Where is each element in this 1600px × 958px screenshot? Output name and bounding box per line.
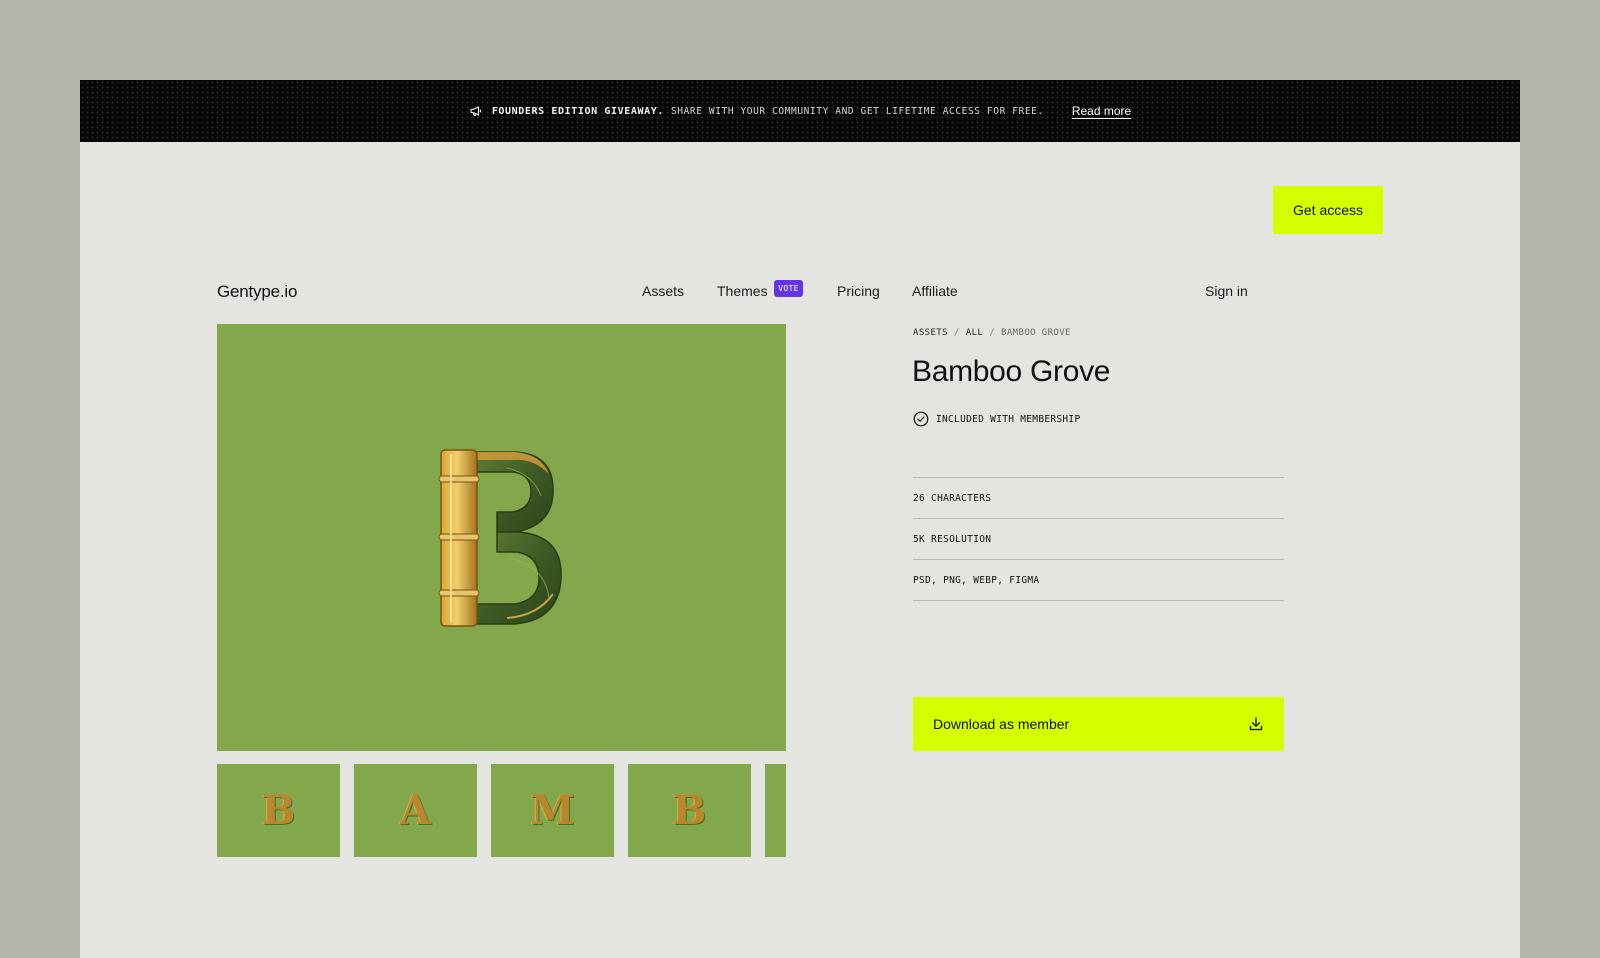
nav-themes[interactable]: Themes bbox=[717, 283, 768, 299]
nav-assets[interactable]: Assets bbox=[642, 283, 684, 299]
main-preview-image bbox=[217, 324, 786, 751]
announcement-title: FOUNDERS EDITION GIVEAWAY. bbox=[491, 105, 664, 117]
thumbnail-4[interactable]: B bbox=[628, 764, 751, 857]
sign-in-link[interactable]: Sign in bbox=[1205, 283, 1248, 299]
product-title: Bamboo Grove bbox=[912, 355, 1111, 388]
thumbnail-letter: B bbox=[672, 787, 707, 834]
breadcrumb-assets[interactable]: ASSETS bbox=[913, 328, 948, 338]
download-icon bbox=[1248, 716, 1264, 732]
spec-resolution: 5K RESOLUTION bbox=[913, 518, 1284, 559]
thumbnail-3[interactable]: M bbox=[491, 764, 614, 857]
page-frame: FOUNDERS EDITION GIVEAWAY. SHARE WITH YO… bbox=[80, 80, 1520, 958]
bamboo-letter-b-illustration bbox=[438, 448, 562, 627]
thumbnail-2[interactable]: A bbox=[354, 764, 477, 857]
nav-affiliate[interactable]: Affiliate bbox=[912, 283, 958, 299]
vote-badge: VOTE bbox=[774, 280, 803, 297]
thumbnail-letter: B bbox=[261, 787, 296, 834]
nav-pricing[interactable]: Pricing bbox=[837, 283, 880, 299]
thumbnail-letter: M bbox=[530, 787, 575, 834]
thumbnail-letter: A bbox=[399, 787, 432, 834]
spec-list: 26 CHARACTERS 5K RESOLUTION PSD, PNG, WE… bbox=[913, 477, 1284, 601]
download-button[interactable]: Download as member bbox=[913, 697, 1284, 751]
thumbnail-strip: B A M B bbox=[217, 764, 786, 857]
download-label: Download as member bbox=[933, 716, 1070, 732]
thumbnail-1[interactable]: B bbox=[217, 764, 340, 857]
breadcrumb-all[interactable]: ALL bbox=[966, 328, 983, 338]
breadcrumb: ASSETS / ALL / BAMBOO GROVE bbox=[913, 328, 1071, 338]
megaphone-icon bbox=[469, 104, 483, 118]
main-nav: Assets Themes VOTE Pricing Affiliate bbox=[80, 280, 1520, 305]
spec-characters: 26 CHARACTERS bbox=[913, 477, 1284, 518]
membership-label: INCLUDED WITH MEMBERSHIP bbox=[936, 413, 1081, 425]
announcement-text: SHARE WITH YOUR COMMUNITY AND GET LIFETI… bbox=[670, 105, 1044, 117]
check-circle-icon bbox=[913, 411, 929, 427]
read-more-link[interactable]: Read more bbox=[1072, 104, 1131, 118]
breadcrumb-current: BAMBOO GROVE bbox=[1001, 328, 1071, 338]
thumbnail-5[interactable] bbox=[765, 764, 786, 857]
announcement-bar: FOUNDERS EDITION GIVEAWAY. SHARE WITH YO… bbox=[80, 80, 1520, 142]
get-access-button[interactable]: Get access bbox=[1273, 186, 1383, 234]
spec-formats: PSD, PNG, WEBP, FIGMA bbox=[913, 559, 1284, 601]
membership-status: INCLUDED WITH MEMBERSHIP bbox=[913, 411, 1080, 427]
